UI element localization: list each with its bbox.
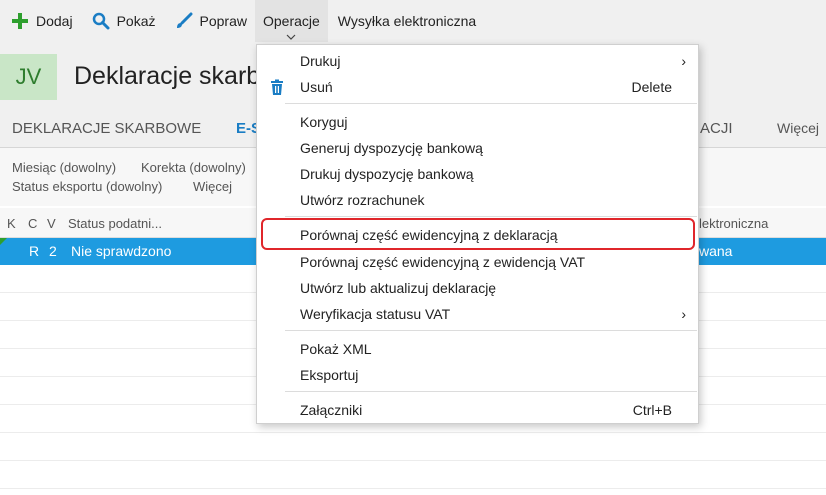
- tab-more[interactable]: Więcej: [777, 120, 819, 136]
- menu-item-export[interactable]: Eksportuj: [257, 362, 698, 388]
- chevron-down-icon: [286, 34, 296, 40]
- menu-separator: [285, 216, 697, 217]
- column-header-electronic[interactable]: lektroniczna: [699, 216, 768, 231]
- column-header-v[interactable]: V: [47, 216, 56, 231]
- table-row-empty[interactable]: [0, 462, 826, 489]
- cell-electronic: wana: [699, 243, 733, 259]
- menu-item-correct[interactable]: Koryguj: [257, 109, 698, 135]
- chevron-right-icon: ›: [681, 306, 686, 322]
- menu-separator: [285, 330, 697, 331]
- menu-item-label: Porównaj część ewidencyjną z ewidencją V…: [300, 254, 586, 270]
- filter-month[interactable]: Miesiąc (dowolny): [12, 160, 116, 175]
- edit-button-label: Popraw: [199, 13, 247, 29]
- cell-status: Nie sprawdzono: [71, 243, 172, 259]
- menu-item-label: Drukuj dyspozycję bankową: [300, 166, 474, 182]
- edit-button[interactable]: Popraw: [164, 0, 255, 42]
- operations-dropdown-menu: Drukuj › Usuń Delete Koryguj Generuj dys…: [256, 44, 699, 424]
- menu-item-show-xml[interactable]: Pokaż XML: [257, 336, 698, 362]
- menu-item-create-update-declaration[interactable]: Utwórz lub aktualizuj deklarację: [257, 275, 698, 301]
- menu-item-print[interactable]: Drukuj ›: [257, 48, 698, 74]
- tab-tax-declarations[interactable]: DEKLARACJE SKARBOWE: [12, 120, 201, 137]
- menu-item-delete[interactable]: Usuń Delete: [257, 74, 698, 100]
- menu-item-label: Drukuj: [300, 53, 341, 69]
- column-header-status[interactable]: Status podatni...: [68, 216, 162, 231]
- add-button[interactable]: Dodaj: [0, 0, 81, 42]
- show-button-label: Pokaż: [116, 13, 156, 29]
- add-button-label: Dodaj: [36, 13, 73, 29]
- menu-item-compare-with-vat-register[interactable]: Porównaj część ewidencyjną z ewidencją V…: [257, 249, 698, 275]
- menu-item-label: Generuj dyspozycję bankową: [300, 140, 483, 156]
- menu-separator: [285, 103, 697, 104]
- menu-item-generate-bank-order[interactable]: Generuj dyspozycję bankową: [257, 135, 698, 161]
- menu-item-label: Utwórz rozrachunek: [300, 192, 425, 208]
- column-header-c[interactable]: C: [28, 216, 37, 231]
- tab-partial-hidden[interactable]: ACJI: [700, 120, 733, 137]
- menu-item-label: Usuń: [300, 79, 333, 95]
- menu-item-label: Utwórz lub aktualizuj deklarację: [300, 280, 497, 296]
- filter-export-status[interactable]: Status eksportu (dowolny): [12, 179, 162, 194]
- plus-icon: [10, 11, 30, 31]
- electronic-dispatch-button[interactable]: Wysyłka elektroniczna: [328, 0, 484, 42]
- menu-item-attachments[interactable]: Załączniki Ctrl+B: [257, 397, 698, 423]
- operations-menu-label: Operacje: [262, 13, 320, 29]
- cell-c: R: [29, 243, 40, 259]
- menu-item-print-bank-order[interactable]: Drukuj dyspozycję bankową: [257, 161, 698, 187]
- menu-item-vat-status-verification[interactable]: Weryfikacja statusu VAT ›: [257, 301, 698, 327]
- chevron-right-icon: ›: [681, 53, 686, 69]
- brush-icon: [174, 11, 194, 31]
- menu-item-label: Weryfikacja statusu VAT: [300, 306, 451, 322]
- highlight-frame: [261, 218, 695, 250]
- menu-item-create-settlement[interactable]: Utwórz rozrachunek: [257, 187, 698, 213]
- menu-item-label: Koryguj: [300, 114, 348, 130]
- company-badge: JV: [0, 54, 57, 100]
- filter-more[interactable]: Więcej: [193, 179, 232, 194]
- show-button[interactable]: Pokaż: [81, 0, 164, 42]
- magnifier-icon: [91, 11, 111, 31]
- table-row-empty[interactable]: [0, 434, 826, 461]
- filter-correction[interactable]: Korekta (dowolny): [141, 160, 246, 175]
- toolbar: Dodaj Pokaż Popraw Operacje Wysyłka elek…: [0, 0, 826, 42]
- menu-item-label: Załączniki: [300, 402, 363, 418]
- menu-item-shortcut: Delete: [631, 79, 672, 95]
- trash-icon: [269, 79, 285, 95]
- menu-item-label: Pokaż XML: [300, 341, 372, 357]
- menu-item-shortcut: Ctrl+B: [632, 402, 672, 418]
- column-header-k[interactable]: K: [7, 216, 16, 231]
- cell-v: 2: [49, 243, 57, 259]
- row-marker: [0, 238, 7, 245]
- menu-item-label: Eksportuj: [300, 367, 359, 383]
- operations-menu-button[interactable]: Operacje: [254, 0, 328, 42]
- menu-separator: [285, 391, 697, 392]
- electronic-dispatch-label: Wysyłka elektroniczna: [337, 13, 477, 29]
